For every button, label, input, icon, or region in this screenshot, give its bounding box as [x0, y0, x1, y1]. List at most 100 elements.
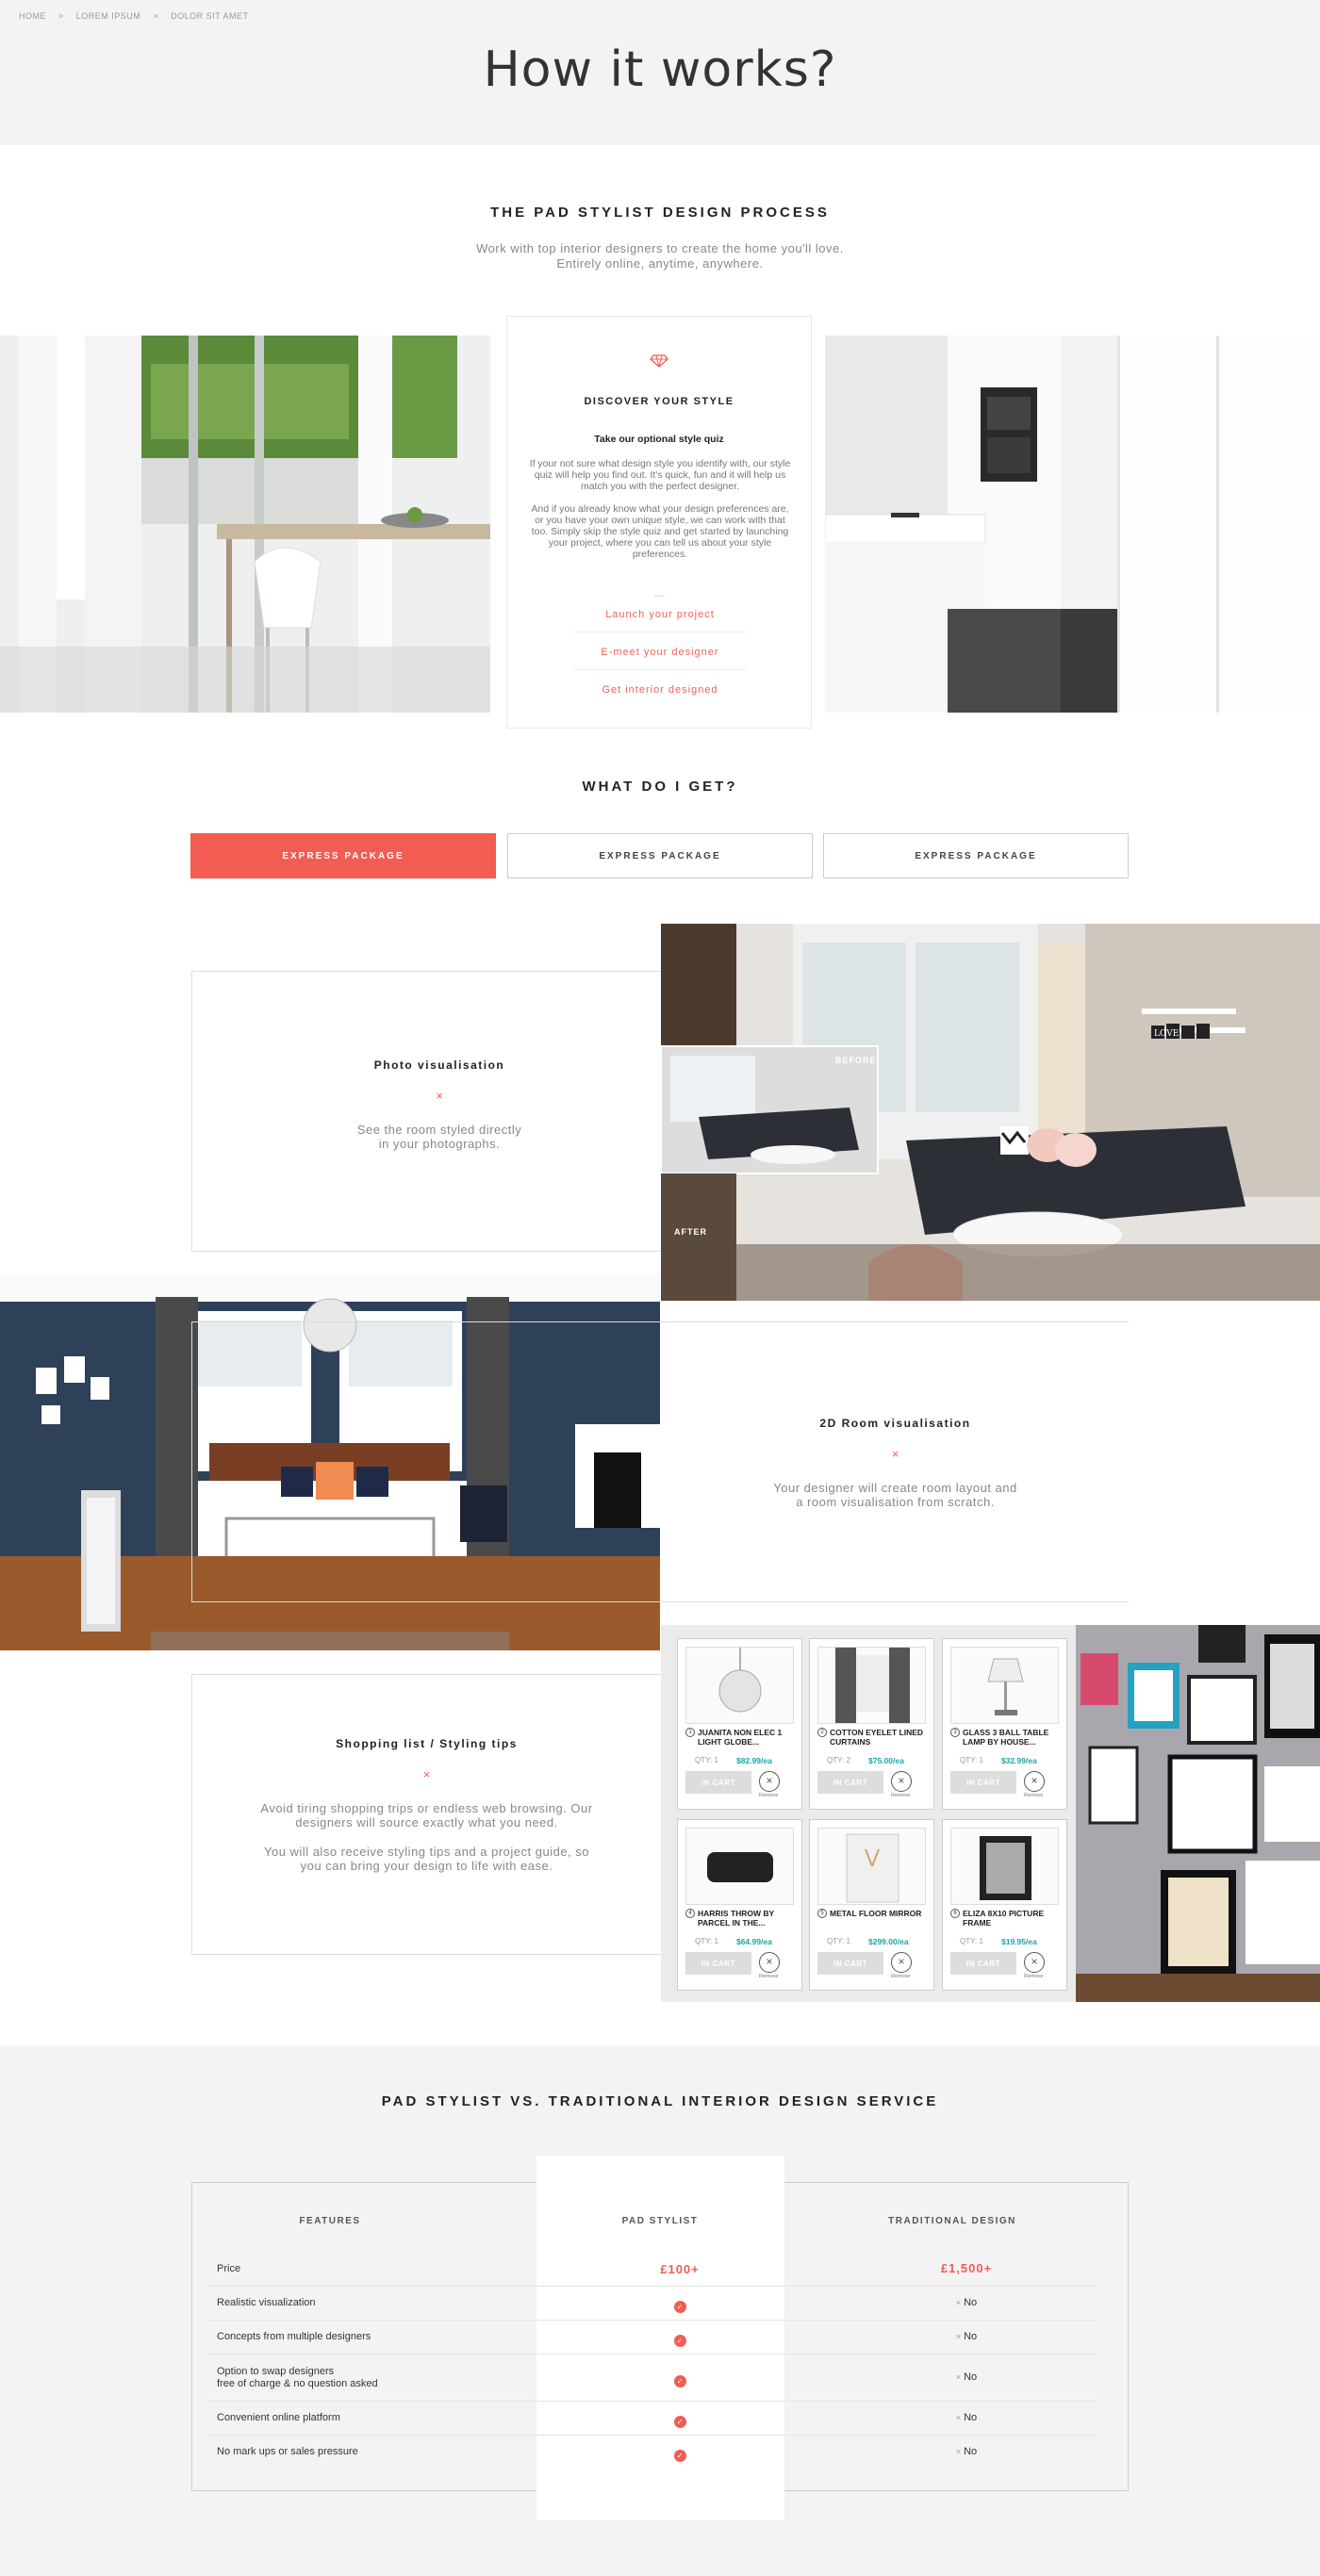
feature-label: Option to swap designers — [217, 2366, 335, 2377]
product-image[interactable] — [817, 1647, 926, 1724]
product-card: 2 COTTON EYELET LINED CURTAINS QTY: 2 $75.0… — [809, 1638, 934, 1810]
product-image[interactable] — [685, 1647, 794, 1724]
close-icon: × — [436, 1089, 443, 1103]
col-features: FEATURES — [299, 2216, 361, 2226]
kitchen-photo — [825, 336, 1320, 713]
product-card: 6 ELIZA 8X10 PICTURE FRAME QTY: 1 $19.95/ea… — [942, 1819, 1067, 1991]
in-cart-button[interactable]: IN CART — [817, 1771, 883, 1794]
product-price: $299.00/ea — [868, 1937, 909, 1946]
table-row: Option to swap designers free of charge &… — [207, 2354, 1098, 2402]
table-row: Convenient online platform ✓ × No — [207, 2402, 1098, 2436]
feature-label: Price — [217, 2263, 241, 2274]
after-label: AFTER — [674, 1227, 707, 1237]
feature-line-2: a room visualisation from scratch. — [796, 1495, 995, 1509]
in-cart-button[interactable]: IN CART — [950, 1771, 1016, 1794]
product-image[interactable] — [817, 1828, 926, 1905]
product-card: 4 HARRIS THROW BY PARCEL IN THE... QTY: 1 $… — [677, 1819, 802, 1991]
card-paragraph-1: If your not sure what design style you i… — [529, 458, 791, 492]
check-icon: ✓ — [673, 2416, 686, 2428]
product-price: $75.00/ea — [868, 1756, 904, 1765]
product-name[interactable]: ELIZA 8X10 PICTURE FRAME — [950, 1909, 1059, 1928]
x-icon: × — [955, 2413, 962, 2422]
feature-label: Realistic visualization — [217, 2297, 316, 2308]
traditional-value: No — [964, 2412, 978, 2423]
check-icon: ✓ — [673, 2301, 686, 2313]
product-price: $19.95/ea — [1001, 1937, 1037, 1946]
product-price: $82.99/ea — [736, 1756, 772, 1765]
product-name[interactable]: JUANITA NON ELEC 1 LIGHT GLOBE... — [685, 1728, 794, 1747]
x-icon: × — [955, 2298, 962, 2307]
x-icon: × — [955, 2332, 962, 2341]
get-designed-link[interactable]: Get interior designed — [564, 684, 756, 696]
breadcrumb-current: DOLOR SIT AMET — [171, 11, 249, 21]
feature-line-1: Avoid tiring shopping trips or endless w… — [260, 1801, 593, 1815]
product-qty: QTY: 1 — [960, 1756, 983, 1764]
breadcrumb-home[interactable]: HOME — [19, 11, 46, 21]
product-card: 3 GLASS 3 BALL TABLE LAMP BY HOUSE... QTY:… — [942, 1638, 1067, 1810]
product-image[interactable] — [685, 1828, 794, 1905]
col-traditional: TRADITIONAL DESIGN — [888, 2216, 1016, 2226]
remove-icon[interactable]: × — [759, 1771, 780, 1792]
table-row: Price £100+ £1,500+ — [207, 2253, 1098, 2287]
remove-icon[interactable]: × — [759, 1952, 780, 1973]
process-subtitle-1: Work with top interior designers to crea… — [476, 241, 844, 255]
card-subheading: Take our optional style quiz — [594, 434, 724, 445]
card-dash: — — [654, 590, 666, 601]
feature-name: Realistic visualization — [217, 2297, 316, 2309]
card-paragraph-2: And if you already know what your design… — [531, 503, 789, 560]
table-row: Realistic visualization ✓ × No — [207, 2287, 1098, 2321]
dining-room-illustration — [0, 336, 490, 713]
traditional-price: £1,500+ — [940, 2261, 993, 2275]
traditional-value: No — [964, 2446, 978, 2457]
close-icon: × — [891, 1447, 899, 1461]
diamond-icon — [650, 354, 668, 368]
product-name[interactable]: GLASS 3 BALL TABLE LAMP BY HOUSE... — [950, 1728, 1059, 1747]
feature-name: Price — [217, 2263, 240, 2275]
room-2d-visualisation-box: 2D Room visualisation × Your designer wi… — [191, 1321, 1130, 1602]
package-tab-3[interactable]: EXPRESS PACKAGE — [823, 833, 1129, 878]
breadcrumb: HOME > LOREM IPSUM > DOLOR SIT AMET — [19, 11, 257, 21]
feature-name: Option to swap designers free of charge &… — [217, 2366, 378, 2390]
traditional-value: No — [964, 2371, 978, 2383]
remove-icon[interactable]: × — [1024, 1952, 1045, 1973]
in-cart-button[interactable]: IN CART — [950, 1952, 1016, 1975]
pad-price: £100+ — [660, 2262, 700, 2276]
product-image[interactable] — [950, 1828, 1059, 1905]
remove-label: Remove — [759, 1974, 779, 1979]
in-cart-button[interactable]: IN CART — [685, 1771, 751, 1794]
before-label: BEFORE — [835, 1056, 877, 1065]
product-name[interactable]: COTTON EYELET LINED CURTAINS — [817, 1728, 926, 1747]
remove-label: Remove — [891, 1974, 911, 1979]
in-cart-button[interactable]: IN CART — [685, 1952, 751, 1975]
dining-room-photo — [0, 336, 490, 713]
kitchen-illustration — [825, 336, 1320, 713]
product-qty: QTY: 1 — [695, 1756, 718, 1764]
x-icon: × — [955, 2372, 962, 2382]
feature-title: 2D Room visualisation — [819, 1417, 971, 1430]
in-cart-button[interactable]: IN CART — [817, 1952, 883, 1975]
product-name[interactable]: METAL FLOOR MIRROR — [817, 1909, 926, 1918]
table-row: No mark ups or sales pressure ✓ × No — [207, 2436, 1098, 2469]
feature-label: Convenient online platform — [217, 2412, 340, 2423]
card-heading: DISCOVER YOUR STYLE — [584, 396, 734, 407]
remove-icon[interactable]: × — [891, 1771, 912, 1792]
feature-title: Shopping list / Styling tips — [336, 1737, 518, 1750]
remove-icon[interactable]: × — [891, 1952, 912, 1973]
breadcrumb-lorem[interactable]: LOREM IPSUM — [76, 11, 141, 21]
remove-icon[interactable]: × — [1024, 1771, 1045, 1792]
launch-project-link[interactable]: Launch your project — [564, 609, 756, 620]
package-tab-1[interactable]: EXPRESS PACKAGE — [190, 833, 496, 878]
page-title: How it works? — [483, 41, 837, 98]
package-tab-2[interactable]: EXPRESS PACKAGE — [507, 833, 813, 878]
love-sign: LOVE — [1154, 1029, 1179, 1039]
product-image[interactable] — [950, 1647, 1059, 1724]
product-card: 5 METAL FLOOR MIRROR QTY: 1 $299.00/ea IN CA… — [809, 1819, 934, 1991]
feature-label: No mark ups or sales pressure — [217, 2446, 358, 2457]
product-qty: QTY: 1 — [827, 1937, 850, 1945]
x-icon: × — [955, 2447, 962, 2456]
discover-style-card: DISCOVER YOUR STYLE Take our optional st… — [506, 316, 812, 729]
comparison-title: PAD STYLIST VS. TRADITIONAL INTERIOR DES… — [381, 2093, 939, 2109]
table-row: Concepts from multiple designers ✓ × No — [207, 2321, 1098, 2354]
product-name[interactable]: HARRIS THROW BY PARCEL IN THE... — [685, 1909, 794, 1928]
e-meet-designer-link[interactable]: E-meet your designer — [564, 647, 756, 658]
